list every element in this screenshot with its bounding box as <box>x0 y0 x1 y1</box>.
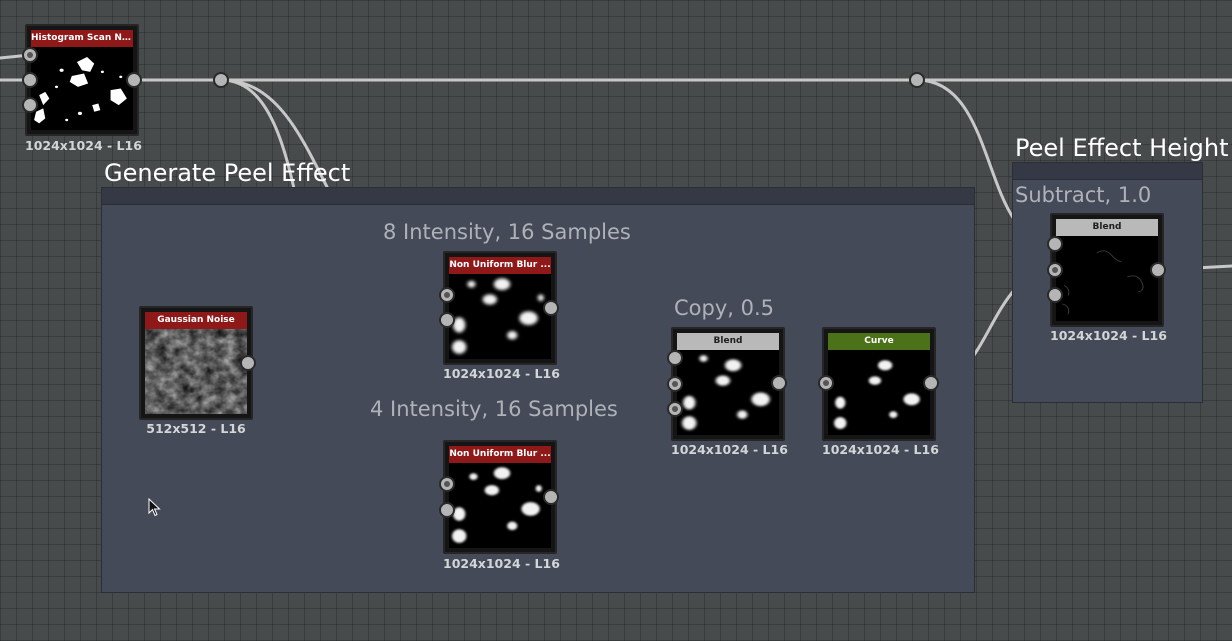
comment-blur-top: 8 Intensity, 16 Samples <box>383 220 631 244</box>
input-port[interactable] <box>22 97 38 113</box>
output-port[interactable] <box>240 355 256 371</box>
node-thumbnail <box>449 274 551 359</box>
node-thumbnail <box>449 463 551 548</box>
node-resolution: 1024x1024 - L16 <box>1050 328 1167 343</box>
input-port[interactable] <box>439 502 455 518</box>
node-resolution: 1024x1024 - L16 <box>443 556 560 571</box>
node-title: Blend <box>677 333 779 350</box>
node-resolution: 1024x1024 - L16 <box>671 442 788 457</box>
node-title: Curve <box>828 333 930 350</box>
reroute-dot[interactable] <box>909 72 925 88</box>
node-curve[interactable]: Curve <box>822 327 936 441</box>
node-title: Non Uniform Blur ... <box>449 446 551 463</box>
mouse-cursor-icon <box>148 498 161 517</box>
node-title: Histogram Scan No... <box>31 30 133 47</box>
input-port[interactable] <box>439 287 455 303</box>
input-port[interactable] <box>439 476 455 492</box>
input-port[interactable] <box>22 72 38 88</box>
input-port[interactable] <box>667 376 683 392</box>
input-port[interactable] <box>667 401 683 417</box>
frame-title-peel-effect-height: Peel Effect Height <box>1015 134 1229 162</box>
input-port[interactable] <box>667 350 683 366</box>
output-port[interactable] <box>771 375 787 391</box>
output-port[interactable] <box>1150 262 1166 278</box>
node-thumbnail <box>828 350 930 435</box>
input-port[interactable] <box>1047 287 1063 303</box>
frame-title-generate-peel-effect: Generate Peel Effect <box>104 159 351 187</box>
node-resolution: 512x512 - L16 <box>146 421 246 436</box>
node-thumbnail <box>677 350 779 435</box>
node-histogram-scan[interactable]: Histogram Scan No... <box>25 24 139 136</box>
node-title: Blend <box>1056 219 1158 236</box>
output-port[interactable] <box>923 375 939 391</box>
frame-header[interactable] <box>102 188 974 205</box>
output-port[interactable] <box>543 489 559 505</box>
node-resolution: 1024x1024 - L16 <box>25 138 142 153</box>
input-port[interactable] <box>22 47 38 63</box>
comment-subtract: Subtract, 1.0 <box>1015 183 1152 207</box>
node-thumbnail <box>145 329 247 414</box>
node-title: Non Uniform Blur ... <box>449 257 551 274</box>
output-port[interactable] <box>126 72 142 88</box>
input-port[interactable] <box>818 375 834 391</box>
frame-header[interactable] <box>1013 163 1202 180</box>
comment-copy: Copy, 0.5 <box>674 296 775 320</box>
node-title: Gaussian Noise <box>145 312 247 329</box>
comment-blur-bottom: 4 Intensity, 16 Samples <box>370 397 618 421</box>
output-port[interactable] <box>543 300 559 316</box>
node-gaussian-noise[interactable]: Gaussian Noise <box>139 306 253 420</box>
input-port[interactable] <box>439 312 455 328</box>
node-resolution: 1024x1024 - L16 <box>822 442 939 457</box>
reroute-dot[interactable] <box>213 72 229 88</box>
node-thumbnail <box>31 47 133 130</box>
node-non-uniform-blur-bottom[interactable]: Non Uniform Blur ... <box>443 440 557 554</box>
node-thumbnail <box>1056 236 1158 321</box>
input-port[interactable] <box>1047 236 1063 252</box>
node-non-uniform-blur-top[interactable]: Non Uniform Blur ... <box>443 251 557 365</box>
node-blend-copy[interactable]: Blend <box>671 327 785 441</box>
node-resolution: 1024x1024 - L16 <box>443 366 560 381</box>
input-port[interactable] <box>1047 262 1063 278</box>
node-blend-subtract[interactable]: Blend <box>1050 213 1164 327</box>
